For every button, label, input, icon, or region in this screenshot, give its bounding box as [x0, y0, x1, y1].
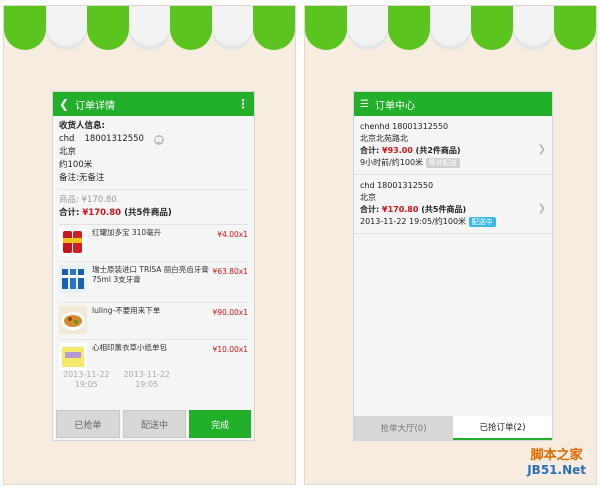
total-label: 合计: [360, 205, 380, 214]
receiver-heading: 收货人信息: [59, 121, 105, 131]
order-total: 合计: ¥170.80 (共5件商品) [360, 204, 546, 216]
order-total: 合计: ¥170.80 (共5件商品) [59, 207, 248, 220]
item-price: ¥4.00x1 [217, 230, 248, 239]
food-thumbnail [59, 306, 87, 334]
order-name-phone: chd 18001312550 [360, 181, 434, 190]
receiver-phone: 18001312550 [84, 134, 144, 144]
awning-decoration [305, 6, 596, 50]
order-address: 北京 [360, 193, 376, 202]
status-badge: 等待配送 [425, 158, 460, 168]
right-screenshot-panel: ☰ 订单中心 chenhd 18001312550 北京北苑路北 合计: ¥93… [304, 5, 597, 485]
page-title: 订单中心 [374, 100, 415, 112]
left-screenshot-panel: ❮ 订单详情 ⋮ 收货人信息: chd 18001312550 ☎ 北京 约10… [3, 5, 296, 485]
item-name: luling-不要用来下单 [92, 306, 161, 315]
receiver-info: 收货人信息: chd 18001312550 ☎ 北京 约100米 备注:无备注… [53, 116, 254, 394]
watermark-line2: JB51.Net [527, 463, 586, 477]
total-label: 合计: [360, 146, 380, 155]
order-name-phone: chenhd 18001312550 [360, 122, 449, 131]
order-card[interactable]: chd 18001312550 北京 合计: ¥170.80 (共5件商品) 2… [354, 175, 552, 234]
receiver-name: chd [59, 134, 75, 144]
list-menu-icon[interactable]: ☰ [360, 99, 369, 110]
tab-grabbed-orders[interactable]: 已抢订单(2) [453, 416, 552, 440]
order-center-screen: ☰ 订单中心 chenhd 18001312550 北京北苑路北 合计: ¥93… [353, 91, 553, 441]
grabbed-button[interactable]: 已抢单 [56, 410, 120, 438]
total-value: ¥93.00 [382, 146, 413, 155]
can-drink-thumbnail [59, 228, 87, 256]
order-address: 北京北苑路北 [360, 134, 408, 143]
order-center-titlebar: ☰ 订单中心 [354, 92, 552, 116]
receiver-distance: 约100米 [59, 160, 93, 170]
finish-button[interactable]: 完成 [189, 410, 252, 438]
goods-subtotal: 商品: ¥170.80 [59, 195, 117, 205]
chevron-right-icon: ❯ [537, 144, 546, 155]
more-menu-icon[interactable]: ⋮ [237, 97, 249, 111]
status-badge: 配送中 [468, 217, 496, 227]
list-item[interactable]: luling-不要用来下单 ¥90.00x1 [59, 303, 248, 340]
site-watermark: 脚本之家 JB51.Net [527, 448, 586, 478]
order-card[interactable]: chenhd 18001312550 北京北苑路北 合计: ¥93.00 (共2… [354, 116, 552, 175]
chevron-right-icon: ❯ [537, 203, 546, 214]
list-item[interactable]: 红罐加多宝 310毫升 ¥4.00x1 [59, 225, 248, 262]
list-item[interactable]: 瑞士原装进口 TRISA 丽白亮齿牙膏75ml 3支牙膏 ¥63.80x1 [59, 262, 248, 303]
total-count: (共5件商品) [124, 208, 172, 218]
bottom-tabbar: 抢单大厅(0) 已抢订单(2) [354, 416, 552, 440]
item-price: ¥63.80x1 [212, 267, 248, 276]
item-name: 红罐加多宝 310毫升 [92, 228, 162, 237]
order-detail-screen: ❮ 订单详情 ⋮ 收货人信息: chd 18001312550 ☎ 北京 约10… [52, 91, 255, 441]
timestamp-time: 19:05 [135, 380, 159, 389]
tissue-thumbnail [59, 343, 87, 371]
toothpaste-thumbnail [59, 265, 87, 293]
item-name: 心相印薰衣草小纸单包 [92, 343, 167, 352]
order-total: 合计: ¥93.00 (共2件商品) [360, 145, 546, 157]
watermark-line1: 脚本之家 [530, 448, 583, 463]
item-price: ¥10.00x1 [212, 345, 248, 354]
order-status-buttons: 已抢单 配送中 完成 [53, 408, 254, 440]
tab-grab-hall[interactable]: 抢单大厅(0) [354, 416, 453, 440]
total-value: ¥170.80 [82, 208, 122, 218]
order-detail-titlebar: ❮ 订单详情 ⋮ [53, 92, 254, 116]
total-label: 合计: [59, 208, 80, 218]
delivering-button[interactable]: 配送中 [122, 410, 187, 438]
total-count: (共2件商品) [415, 146, 461, 155]
receiver-note: 备注:无备注 [59, 173, 105, 183]
list-item[interactable]: 心相印薰衣草小纸单包 ¥10.00x1 [59, 340, 248, 376]
phone-call-icon[interactable]: ☎ [153, 134, 164, 145]
total-value: ¥170.80 [382, 205, 419, 214]
timestamp-time: 19:05 [74, 380, 98, 389]
item-name: 瑞士原装进口 TRISA 丽白亮齿牙膏75ml 3支牙膏 [92, 265, 209, 284]
page-title: 订单详情 [75, 100, 116, 112]
back-arrow-icon[interactable]: ❮ [59, 97, 69, 111]
total-count: (共5件商品) [421, 205, 467, 214]
order-meta: 9小时前/约100米 [360, 158, 424, 167]
awning-decoration [4, 6, 295, 50]
order-meta: 2013-11-22 19:05/约100米 [360, 217, 467, 226]
receiver-city: 北京 [59, 147, 77, 157]
item-price: ¥90.00x1 [212, 308, 248, 317]
